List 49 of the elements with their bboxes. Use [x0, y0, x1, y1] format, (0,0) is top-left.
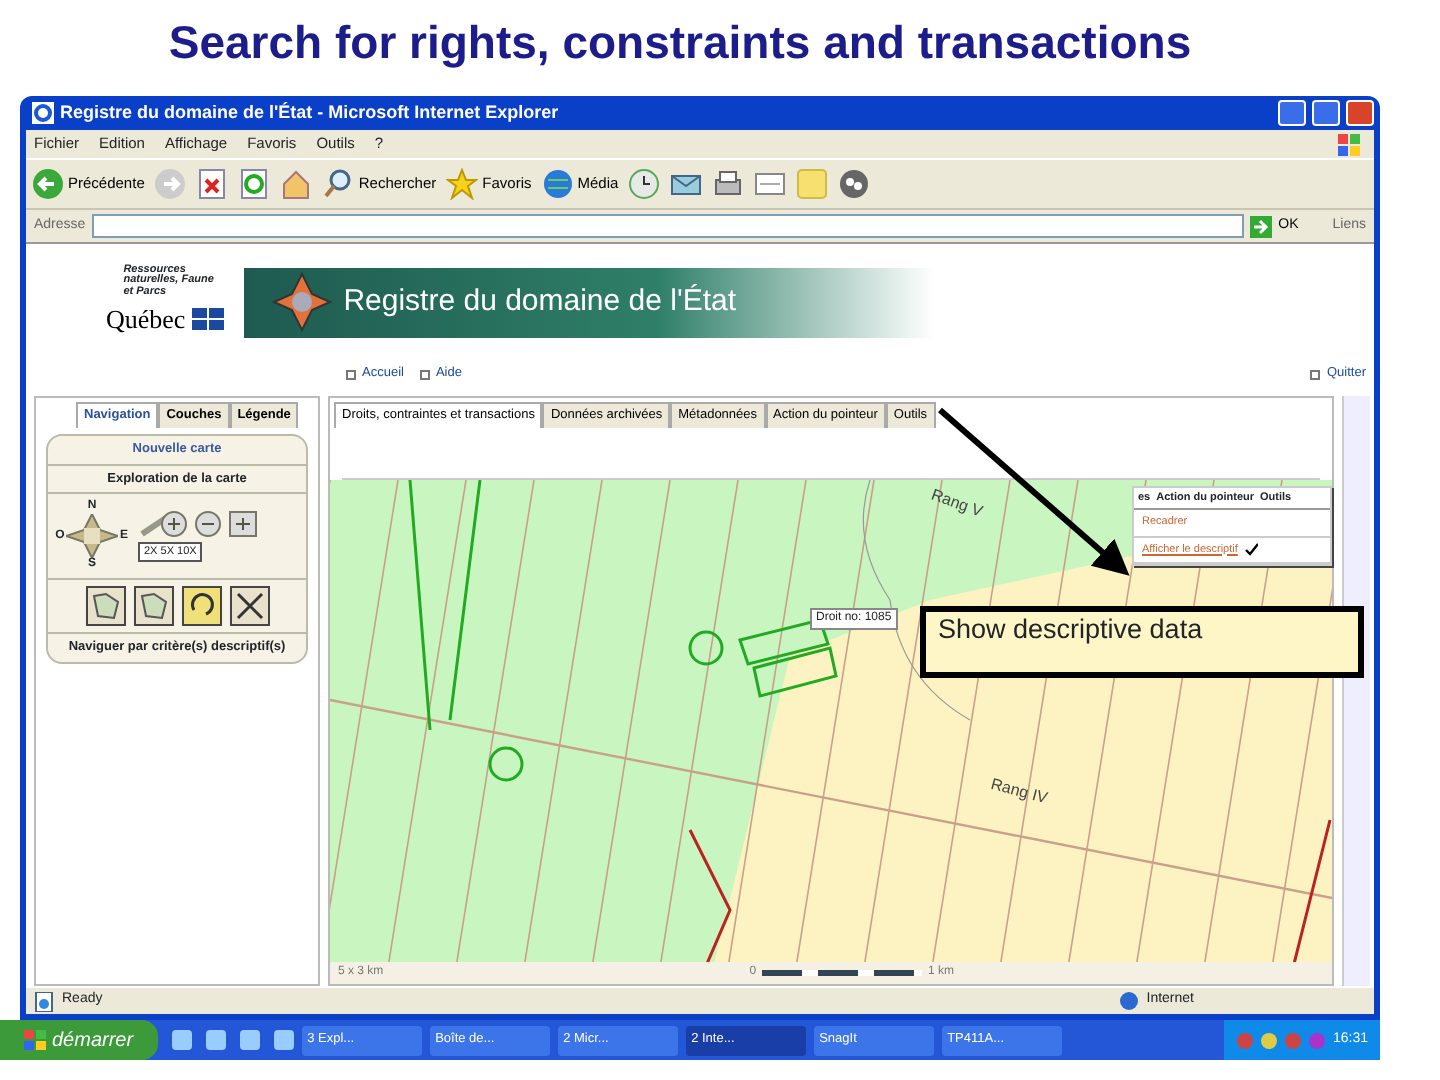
forward-icon [154, 168, 187, 200]
bullet-icon [346, 369, 356, 379]
document-icon [754, 168, 787, 200]
globe-icon [1120, 992, 1139, 1010]
vertical-scrollbar[interactable] [1342, 396, 1370, 986]
pan-button[interactable] [133, 586, 173, 627]
maximize-button[interactable] [1312, 100, 1340, 126]
address-field[interactable] [91, 214, 1245, 238]
document-button[interactable] [754, 168, 787, 200]
bullet-icon [1310, 369, 1321, 379]
clock-button[interactable] [628, 168, 661, 200]
slide-title: Search for rights, constraints and transactions [166, 14, 1194, 72]
stop-button[interactable] [196, 168, 229, 200]
zoom-extent-button[interactable] [85, 586, 125, 627]
callout-box: Show descriptive data [920, 606, 1364, 678]
note-icon [796, 168, 829, 200]
fit-button[interactable] [229, 586, 269, 627]
home-icon [280, 168, 313, 200]
printer-button[interactable] [712, 168, 745, 200]
road-label: Rang V [927, 483, 986, 524]
close-button[interactable] [1346, 100, 1374, 126]
zoom-controls-icon[interactable] [138, 510, 262, 539]
banner-title: Registre du domaine de l'État [343, 281, 737, 322]
messenger-icon [838, 168, 871, 200]
search-icon [322, 168, 355, 200]
page-icon [34, 991, 54, 1011]
back-icon [32, 168, 64, 200]
refresh-icon [238, 168, 271, 200]
logo-text: Québec [106, 301, 186, 338]
home-button[interactable] [280, 168, 313, 200]
minimize-button[interactable] [1278, 100, 1306, 126]
back-button[interactable] [181, 586, 221, 627]
globe-icon [541, 168, 574, 200]
refresh-button[interactable] [238, 168, 271, 200]
window-title: Registre du domaine de l'État - Microsoft Internet Explorer [60, 99, 561, 126]
go-arrow-icon [1250, 215, 1273, 237]
compass-rose-icon[interactable] [66, 514, 118, 559]
stop-icon [196, 168, 229, 200]
windows-flag-icon [24, 1030, 46, 1050]
start-button[interactable]: démarrer [0, 1020, 158, 1060]
shrink-arrows-icon [233, 590, 265, 623]
clock-icon [628, 168, 661, 200]
printer-icon [712, 168, 745, 200]
road-label: Rang IV [987, 772, 1050, 811]
compass-emblem-icon [271, 272, 332, 332]
bullet-icon [419, 369, 430, 379]
windows-flag-icon [1338, 133, 1362, 155]
messenger-button[interactable] [838, 168, 871, 200]
star-icon [446, 168, 479, 200]
